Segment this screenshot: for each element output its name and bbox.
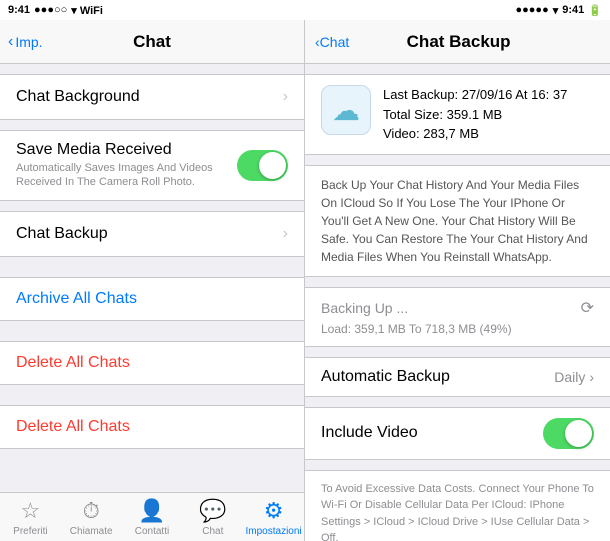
archive-chats-item[interactable]: Archive All Chats — [0, 277, 304, 321]
left-nav-title: Chat — [133, 32, 171, 52]
include-video-label: Include Video — [321, 424, 418, 442]
save-media-title: Save Media Received — [16, 141, 237, 159]
tab-preferiti-label: Preferiti — [13, 526, 47, 537]
auto-backup-chevron: › — [589, 369, 594, 385]
auto-backup-row[interactable]: Automatic Backup Daily › — [305, 357, 610, 397]
left-panel: ‹ Imp. Chat Chat Background › — [0, 20, 305, 541]
tab-impostazioni-icon: ⚙ — [264, 498, 284, 524]
auto-backup-value-text: Daily — [554, 369, 585, 385]
auto-backup-value: Daily › — [554, 369, 594, 385]
delete-chats-item-2[interactable]: Delete All Chats — [0, 405, 304, 449]
delete-chats-item-1[interactable]: Delete All Chats — [0, 341, 304, 385]
chat-backup-group: Chat Backup › — [0, 211, 304, 257]
progress-row: Backing Up ... ⟳ — [321, 298, 594, 318]
archive-chats-label: Archive All Chats — [16, 290, 137, 307]
right-nav-bar: ‹ Chat Chat Backup — [305, 20, 610, 64]
video-size-line: Video: 283,7 MB — [383, 124, 594, 144]
tab-chat-icon: 💬 — [199, 498, 226, 524]
tab-preferiti[interactable]: ☆ Preferiti — [0, 498, 61, 537]
left-nav-back[interactable]: ‹ Imp. — [8, 33, 43, 51]
cellular-note-text: To Avoid Excessive Data Costs. Connect Y… — [321, 483, 594, 541]
last-backup-line: Last Backup: 27/09/16 At 16: 37 — [383, 85, 594, 105]
left-nav-bar: ‹ Imp. Chat — [0, 20, 304, 64]
total-size-line: Total Size: 359.1 MB — [383, 105, 594, 125]
wifi-right: ▾ — [553, 4, 559, 17]
main-split: ‹ Imp. Chat Chat Background › — [0, 20, 610, 541]
chat-backup-text: Chat Backup — [16, 225, 275, 243]
cellular-note: To Avoid Excessive Data Costs. Connect Y… — [305, 470, 610, 541]
save-media-text: Save Media Received Automatically Saves … — [16, 141, 237, 190]
save-media-toggle[interactable] — [237, 150, 288, 181]
spinner-icon: ⟳ — [581, 298, 594, 318]
auto-backup-label: Automatic Backup — [321, 368, 450, 386]
tab-impostazioni[interactable]: ⚙ Impostazioni — [243, 498, 304, 537]
right-scroll: ☁ Last Backup: 27/09/16 At 16: 37 Total … — [305, 64, 610, 541]
delete-chats-label-1: Delete All Chats — [16, 354, 130, 371]
tab-contatti[interactable]: 👤 Contatti — [122, 498, 183, 537]
delete-chats-label-2: Delete All Chats — [16, 418, 130, 435]
include-video-toggle[interactable] — [543, 418, 594, 449]
tab-contatti-icon: 👤 — [138, 498, 165, 524]
chat-background-group: Chat Background › — [0, 74, 304, 120]
save-media-item: Save Media Received Automatically Saves … — [0, 131, 304, 200]
tab-contatti-label: Contatti — [135, 526, 169, 537]
right-nav-back[interactable]: ‹ Chat — [315, 34, 349, 50]
tab-chiamate-icon: ⏱ — [83, 498, 100, 524]
tab-chat-label: Chat — [202, 526, 223, 537]
battery-icon: 🔋 — [588, 4, 602, 17]
cloud-icon-wrap: ☁ — [321, 85, 371, 135]
backup-info-section: ☁ Last Backup: 27/09/16 At 16: 37 Total … — [305, 74, 610, 155]
wifi-icon: ▾ WiFi — [71, 4, 103, 17]
time-left: 9:41 — [8, 4, 30, 16]
save-media-sub: Automatically Saves Images And Videos Re… — [16, 161, 237, 190]
chat-background-title: Chat Background — [16, 88, 275, 106]
tab-chiamate-label: Chiamate — [70, 526, 113, 537]
left-nav-back-label: Imp. — [15, 34, 42, 50]
toggle-knob — [259, 152, 286, 179]
status-bar: 9:41 ●●●○○ ▾ WiFi ●●●●● ▾ 9:41 🔋 — [0, 0, 610, 20]
signal-left: ●●●○○ — [34, 4, 67, 16]
tab-chat[interactable]: 💬 Chat — [182, 498, 243, 537]
tab-preferiti-icon: ☆ — [21, 498, 41, 524]
chat-backup-item[interactable]: Chat Backup › — [0, 212, 304, 256]
right-panel: ‹ Chat Chat Backup ☁ Last Backup: 27/09/… — [305, 20, 610, 541]
tab-bar: ☆ Preferiti ⏱ Chiamate 👤 Contatti 💬 Chat… — [0, 492, 304, 541]
chat-background-item[interactable]: Chat Background › — [0, 75, 304, 119]
chat-backup-chevron: › — [283, 225, 288, 243]
status-bar-right: ●●●●● ▾ 9:41 🔋 — [516, 4, 603, 17]
chat-background-text: Chat Background — [16, 88, 275, 106]
backup-description-text: Back Up Your Chat History And Your Media… — [321, 178, 588, 264]
right-nav-back-label: Chat — [320, 34, 350, 50]
chat-backup-title: Chat Backup — [16, 225, 275, 243]
cloud-icon: ☁ — [332, 94, 360, 127]
progress-label: Backing Up ... — [321, 300, 408, 316]
signal-right: ●●●●● — [516, 4, 549, 16]
include-video-row: Include Video — [305, 407, 610, 460]
tab-chiamate[interactable]: ⏱ Chiamate — [61, 498, 122, 537]
time-right: 9:41 — [562, 4, 584, 16]
save-media-group: Save Media Received Automatically Saves … — [0, 130, 304, 201]
right-nav-title: Chat Backup — [407, 32, 511, 52]
progress-sub: Load: 359,1 MB To 718,3 MB (49%) — [321, 322, 594, 336]
backup-details: Last Backup: 27/09/16 At 16: 37 Total Si… — [383, 85, 594, 144]
tab-impostazioni-label: Impostazioni — [246, 526, 302, 537]
back-chevron-icon: ‹ — [8, 33, 13, 51]
chat-background-chevron: › — [283, 88, 288, 106]
progress-section: Backing Up ... ⟳ Load: 359,1 MB To 718,3… — [305, 287, 610, 347]
status-bar-left: 9:41 ●●●○○ ▾ WiFi — [8, 4, 103, 17]
backup-description: Back Up Your Chat History And Your Media… — [305, 165, 610, 277]
left-settings-scroll: Chat Background › Save Media Received Au… — [0, 64, 304, 492]
include-video-toggle-knob — [565, 420, 592, 447]
